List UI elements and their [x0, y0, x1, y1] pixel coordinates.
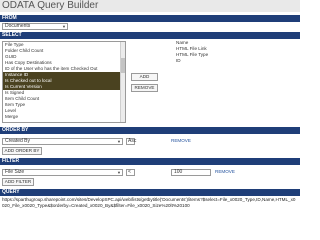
- chosen-field: ID: [176, 58, 181, 63]
- add-order-by-button[interactable]: ADD ORDER BY: [2, 147, 42, 155]
- list-scrollbar[interactable]: [120, 42, 125, 122]
- order-direction-value: Asc: [128, 138, 137, 144]
- filter-field-value: File Size: [5, 169, 25, 175]
- chevron-down-icon: ▼: [62, 24, 66, 29]
- from-select-value: Documents: [5, 23, 31, 29]
- filter-value-text: 100: [174, 169, 183, 175]
- select-header: SELECT: [0, 32, 300, 39]
- page-title: ODATA Query Builder: [2, 0, 99, 11]
- remove-field-button[interactable]: REMOVE: [131, 84, 158, 92]
- filter-operator-select[interactable]: <: [126, 169, 135, 176]
- available-fields-list[interactable]: File Type Folder Child Count GUID Has Copy …: [2, 41, 126, 123]
- from-select[interactable]: Documents ▼: [2, 23, 68, 30]
- order-by-header: ORDER BY: [0, 127, 300, 134]
- order-by-field-value: Created By: [5, 138, 31, 144]
- remove-filter-link[interactable]: REMOVE: [215, 169, 235, 175]
- title-bar: ODATA Query Builder: [0, 0, 300, 12]
- scrollbar-thumb[interactable]: [121, 58, 125, 73]
- chevron-down-icon: ▼: [117, 139, 121, 144]
- remove-order-link[interactable]: REMOVE: [171, 138, 191, 144]
- order-by-field-select[interactable]: Created By ▼: [2, 138, 123, 145]
- list-item[interactable]: Merge: [3, 114, 125, 120]
- query-header: QUERY: [0, 189, 300, 196]
- query-text[interactable]: https://sparthugroup.sharepoint.com/site…: [0, 196, 300, 225]
- order-direction-select[interactable]: Asc: [126, 138, 137, 145]
- filter-value-input[interactable]: 100: [171, 169, 211, 176]
- available-fields-items: File Type Folder Child Count GUID Has Copy …: [3, 42, 125, 120]
- filter-field-select[interactable]: File Size ▼: [2, 169, 123, 176]
- filter-header: FILTER: [0, 158, 300, 165]
- chevron-down-icon: ▼: [117, 170, 121, 175]
- add-filter-button[interactable]: ADD FILTER: [2, 178, 34, 186]
- from-header: FROM: [0, 15, 300, 22]
- filter-operator-value: <: [128, 169, 131, 175]
- add-field-button[interactable]: ADD: [131, 73, 158, 81]
